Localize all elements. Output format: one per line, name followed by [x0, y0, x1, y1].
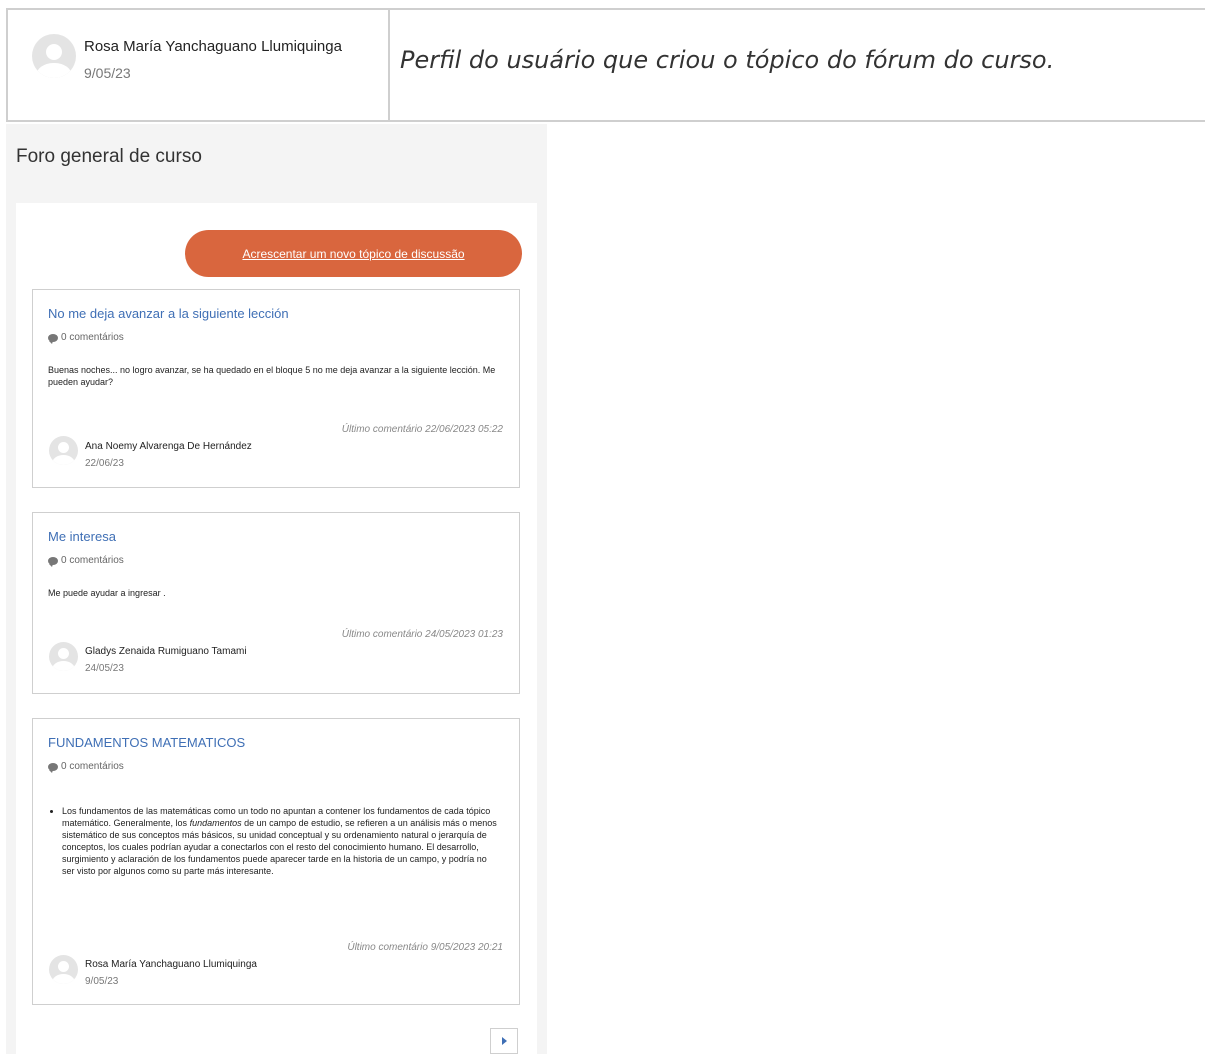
post-last-comment: Último comentário 22/06/2023 05:22	[341, 424, 503, 435]
profile-date: 9/05/23	[84, 65, 131, 81]
caption-text: Perfil do usuário que criou o tópico do …	[400, 46, 1055, 74]
forum-panel: Foro general de curso Acrescentar um nov…	[6, 124, 547, 1054]
post-last-comment: Último comentário 24/05/2023 01:23	[341, 629, 503, 640]
avatar	[32, 34, 76, 78]
comment-count-label: 0 comentários	[61, 332, 124, 343]
post-comment-count: 0 comentários	[48, 555, 124, 567]
profile-user-name: Rosa María Yanchaguano Llumiquinga	[84, 38, 342, 55]
forum-post: Me interesa 0 comentários Me puede ayuda…	[32, 512, 520, 694]
caption-cell: Perfil do usuário que criou o tópico do …	[390, 10, 1205, 120]
post-comment-count: 0 comentários	[48, 761, 124, 773]
post-date: 9/05/23	[85, 976, 119, 987]
comment-icon	[48, 556, 58, 567]
comment-icon	[48, 333, 58, 344]
post-body-item: Los fundamentos de las matemáticas como …	[62, 805, 498, 877]
post-title[interactable]: Me interesa	[48, 529, 116, 544]
post-date: 22/06/23	[85, 458, 124, 469]
post-body-list: Los fundamentos de las matemáticas como …	[48, 805, 498, 877]
comment-count-label: 0 comentários	[61, 761, 124, 772]
avatar	[49, 436, 78, 465]
comment-count-label: 0 comentários	[61, 555, 124, 566]
post-body-emphasis: fundamentos	[189, 818, 242, 828]
post-body: Me puede ayudar a ingresar .	[48, 588, 166, 598]
post-date: 24/05/23	[85, 663, 124, 674]
post-title[interactable]: No me deja avanzar a la siguiente lecció…	[48, 306, 289, 321]
forum-post: FUNDAMENTOS MATEMATICOS 0 comentários Lo…	[32, 718, 520, 1005]
forum-content: Acrescentar um novo tópico de discussão …	[16, 203, 537, 1054]
post-body: Los fundamentos de las matemáticas como …	[48, 805, 498, 877]
forum-title: Foro general de curso	[16, 146, 202, 167]
post-author: Gladys Zenaida Rumiguano Tamami	[85, 646, 247, 657]
post-last-comment: Último comentário 9/05/2023 20:21	[347, 942, 503, 953]
post-author: Ana Noemy Alvarenga De Hernández	[85, 441, 252, 452]
post-body: Buenas noches... no logro avanzar, se ha…	[48, 365, 496, 387]
avatar	[49, 955, 78, 984]
post-title[interactable]: FUNDAMENTOS MATEMATICOS	[48, 735, 245, 750]
next-page-button[interactable]	[490, 1028, 518, 1054]
post-comment-count: 0 comentários	[48, 332, 124, 344]
post-author: Rosa María Yanchaguano Llumiquinga	[85, 959, 257, 970]
add-topic-button[interactable]: Acrescentar um novo tópico de discussão	[185, 230, 522, 277]
caret-right-icon	[501, 1037, 507, 1045]
profile-cell: Rosa María Yanchaguano Llumiquinga 9/05/…	[8, 10, 390, 120]
forum-post: No me deja avanzar a la siguiente lecció…	[32, 289, 520, 488]
comment-icon	[48, 762, 58, 773]
avatar	[49, 642, 78, 671]
profile-table: Rosa María Yanchaguano Llumiquinga 9/05/…	[6, 8, 1205, 122]
